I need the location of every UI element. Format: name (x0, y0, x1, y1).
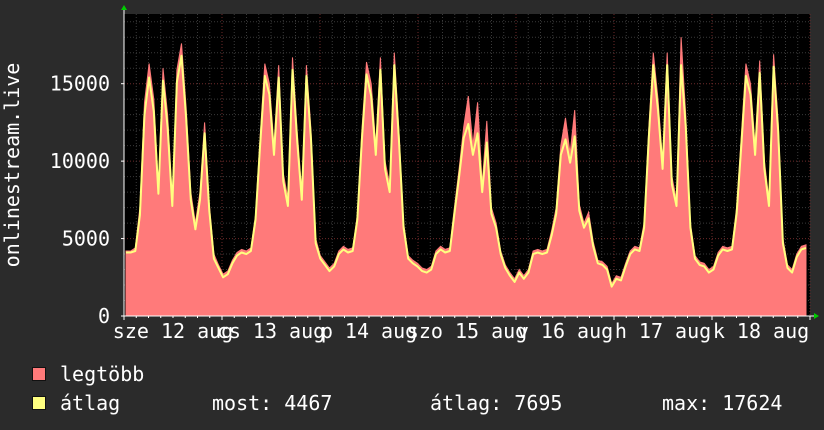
y-tick-label: 0 (98, 304, 110, 328)
x-tick-label: szo 15 aug (407, 319, 527, 343)
x-tick-label: p 14 aug (321, 319, 417, 343)
y-axis-arrow (121, 5, 127, 10)
x-tick-label: cs 13 aug (217, 319, 325, 343)
x-axis-arrow (814, 313, 819, 319)
y-axis-label: onlinestream.live (0, 63, 24, 268)
x-tick-label: sze 12 aug (113, 319, 233, 343)
x-tick-label: v 16 aug (517, 319, 613, 343)
x-tick-label: h 17 aug (615, 319, 711, 343)
y-tick-labels: 0 5000 10000 15000 (50, 72, 110, 328)
y-tick-label: 15000 (50, 72, 110, 96)
x-tick-labels: sze 12 augcs 13 augp 14 augszo 15 augv 1… (113, 319, 809, 343)
y-tick-label: 10000 (50, 149, 110, 173)
x-tick-label: k 18 aug (713, 319, 809, 343)
chart: 0 5000 10000 15000 sze 12 augcs 13 augp 14 … (0, 5, 819, 343)
y-tick-label: 5000 (62, 227, 110, 251)
